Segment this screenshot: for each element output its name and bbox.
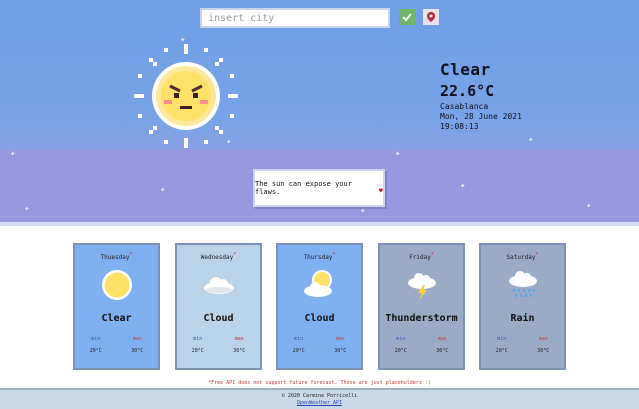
max-label: max	[437, 336, 447, 342]
city-name: Casablanca	[440, 102, 489, 111]
forecast-card-4: Friday* Thunderstorm min max 20°C 30°C	[378, 243, 465, 370]
min-label: min	[294, 336, 304, 342]
sun-icon	[101, 270, 132, 300]
current-date: Mon, 28 June 2021	[440, 112, 522, 121]
openweather-api-link[interactable]: OpenWeather API	[0, 400, 639, 407]
forecast-day: Saturday	[506, 254, 536, 261]
cloud-icon	[203, 277, 234, 294]
asterisk-marker: *	[233, 252, 237, 258]
max-label: max	[335, 336, 345, 342]
current-temperature: 22.6°C	[440, 82, 495, 100]
confirm-search-button[interactable]	[399, 9, 415, 25]
forecast-card-1: Thuesday* Clear min max 20°C 30°C	[73, 243, 160, 370]
current-condition: Clear	[440, 60, 491, 79]
asterisk-marker: *	[430, 252, 434, 258]
forecast-condition: Cloud	[203, 313, 234, 324]
heart-icon: ♥	[378, 187, 383, 195]
forecast-condition: Clear	[101, 313, 132, 324]
sparkle-icon: ✦	[528, 135, 534, 145]
forecast-day: Friday	[409, 254, 431, 261]
sparkle-icon: ✦	[10, 149, 16, 159]
min-temp: 20°C	[89, 348, 102, 354]
location-pin-icon	[427, 12, 435, 22]
min-label: min	[193, 336, 203, 342]
min-label: min	[91, 336, 101, 342]
sparkle-icon: ✦	[24, 204, 30, 214]
footer: © 2020 Carmine Porricelli OpenWeather AP…	[0, 388, 639, 409]
sun-angry-icon	[134, 44, 238, 148]
sparkle-icon: ✦	[395, 149, 401, 159]
sparkle-icon: ✦	[460, 181, 466, 191]
max-temp: 30°C	[334, 348, 347, 354]
thunderstorm-icon	[407, 273, 436, 300]
max-temp: 30°C	[436, 348, 449, 354]
sparkle-icon: ✦	[360, 206, 366, 216]
forecast-card-3: Thursday* Cloud min max 20°C 30°C	[276, 243, 363, 370]
checkmark-icon	[402, 13, 412, 22]
copyright-text: © 2020 Carmine Porricelli	[281, 393, 358, 399]
placeholder-note: *Free API does not support future foreca…	[208, 380, 431, 386]
max-temp: 30°C	[131, 348, 144, 354]
geolocation-button[interactable]	[423, 9, 439, 25]
forecast-condition: Cloud	[304, 313, 335, 324]
hero-divider	[0, 222, 639, 226]
min-temp: 20°C	[495, 348, 508, 354]
sun-cloud-icon	[303, 270, 332, 297]
forecast-day: Thuesday	[100, 254, 130, 261]
asterisk-marker: *	[535, 252, 539, 258]
forecast-day: Wednesday	[200, 254, 234, 261]
min-temp: 20°C	[292, 348, 305, 354]
current-time: 19:08:13	[440, 122, 479, 131]
max-label: max	[538, 336, 548, 342]
max-temp: 30°C	[233, 348, 246, 354]
city-search-input[interactable]	[200, 8, 390, 28]
max-label: max	[132, 336, 142, 342]
quote-text: The sun can expose your flaws.	[255, 180, 352, 196]
min-label: min	[497, 336, 507, 342]
hero-section: ✦ ✦ ✦ ✦ ✦ ✦ ✦ ✦ ✦ ✦ insert city Clear 22…	[0, 0, 639, 226]
asterisk-marker: *	[332, 252, 336, 258]
max-temp: 30°C	[537, 348, 550, 354]
current-weather: Clear 22.6°C Casablanca Mon, 28 June 202…	[440, 60, 522, 132]
quote-box: The sun can expose your flaws. ♥	[253, 169, 385, 207]
forecast-card-2: Wednesday* Cloud min max 20°C 30°C	[175, 243, 262, 370]
max-label: max	[234, 336, 244, 342]
asterisk-marker: *	[129, 252, 133, 258]
min-label: min	[396, 336, 406, 342]
sparkle-icon: ✦	[160, 185, 166, 195]
forecast-day: Thursday	[303, 254, 333, 261]
forecast-condition: Rain	[510, 313, 535, 324]
rain-icon	[508, 271, 537, 297]
sparkle-icon: ✦	[586, 201, 592, 211]
forecast-condition: Thunderstorm	[385, 313, 458, 324]
min-temp: 20°C	[191, 348, 204, 354]
min-temp: 20°C	[394, 348, 407, 354]
forecast-card-5: Saturday* Rain min max 20°C 30°C	[479, 243, 566, 370]
